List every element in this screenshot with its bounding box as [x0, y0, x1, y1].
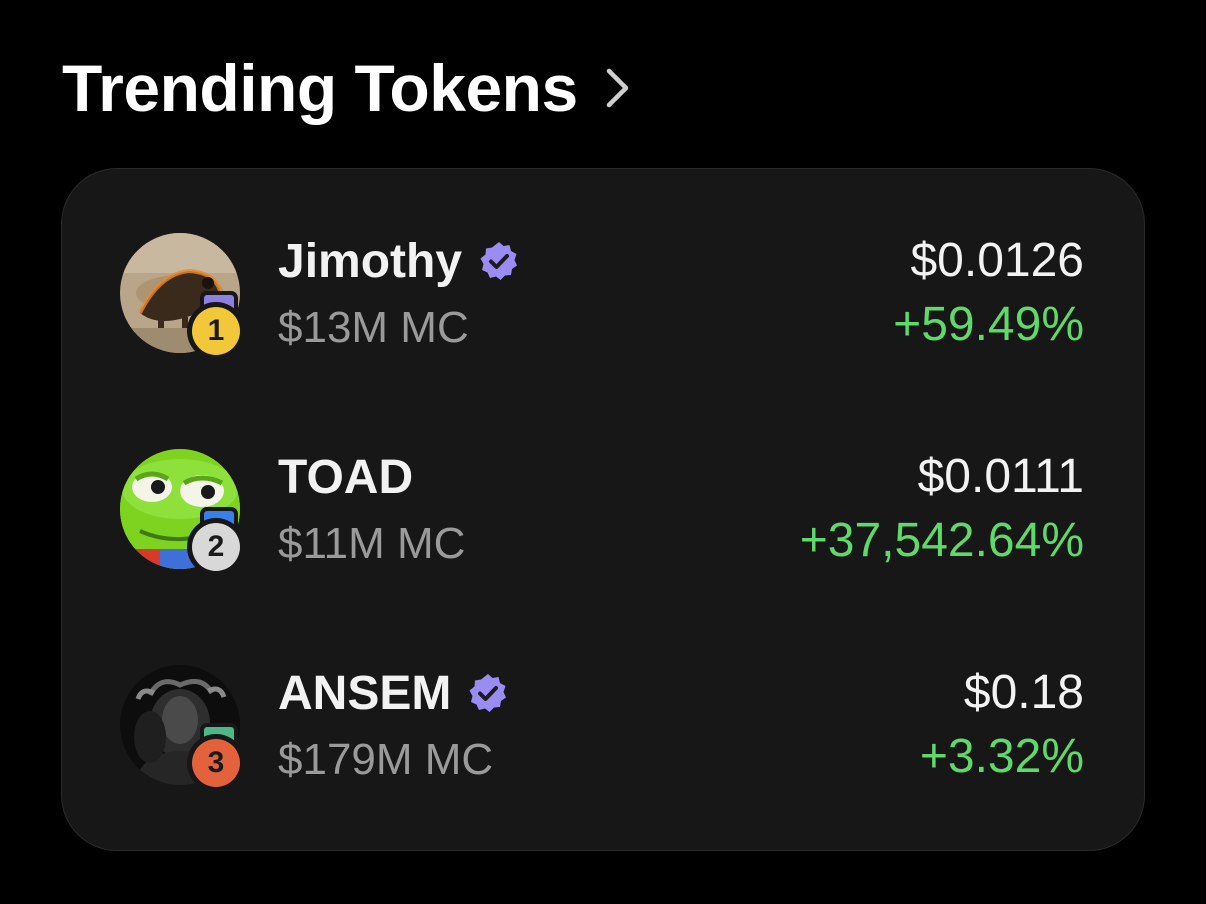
- rank-medal: 1: [192, 295, 246, 359]
- verified-badge-icon: [480, 242, 518, 280]
- token-row[interactable]: 2 TOAD $11M MC $0.0111 +37,542.64%: [62, 449, 1144, 619]
- rank-medal: 3: [192, 727, 246, 791]
- token-name: ANSEM: [278, 666, 452, 720]
- token-row[interactable]: 3 ANSEM $179M MC $0.18 +3.32%: [62, 665, 1144, 835]
- medal-rank-number: 2: [192, 523, 240, 571]
- token-name: Jimothy: [278, 234, 463, 288]
- medal-rank-number: 3: [192, 739, 240, 787]
- price-change: +3.32%: [919, 730, 1084, 783]
- token-price: $0.18: [963, 666, 1084, 719]
- token-avatar: 3: [120, 665, 244, 789]
- price-change: +59.49%: [893, 298, 1084, 351]
- token-price: $0.0126: [910, 234, 1084, 287]
- rank-medal: 2: [192, 511, 246, 575]
- token-avatar: 1: [120, 233, 244, 357]
- token-row[interactable]: 1 Jimothy $13M MC $0.0126 +59.49%: [62, 233, 1144, 403]
- token-name: TOAD: [278, 450, 414, 504]
- trending-tokens-header[interactable]: Trending Tokens: [62, 48, 632, 128]
- section-title: Trending Tokens: [62, 51, 578, 125]
- token-avatar: 2: [120, 449, 244, 573]
- market-cap: $13M MC: [278, 303, 469, 352]
- medal-rank-number: 1: [192, 307, 240, 355]
- market-cap: $11M MC: [278, 519, 466, 568]
- token-price: $0.0111: [917, 450, 1084, 503]
- chevron-right-icon: [606, 68, 628, 108]
- trending-tokens-card: 1 Jimothy $13M MC $0.0126 +59.49% 2 TOAD…: [61, 168, 1145, 851]
- price-change: +37,542.64%: [799, 514, 1084, 567]
- verified-badge-icon: [469, 674, 507, 712]
- market-cap: $179M MC: [278, 735, 494, 784]
